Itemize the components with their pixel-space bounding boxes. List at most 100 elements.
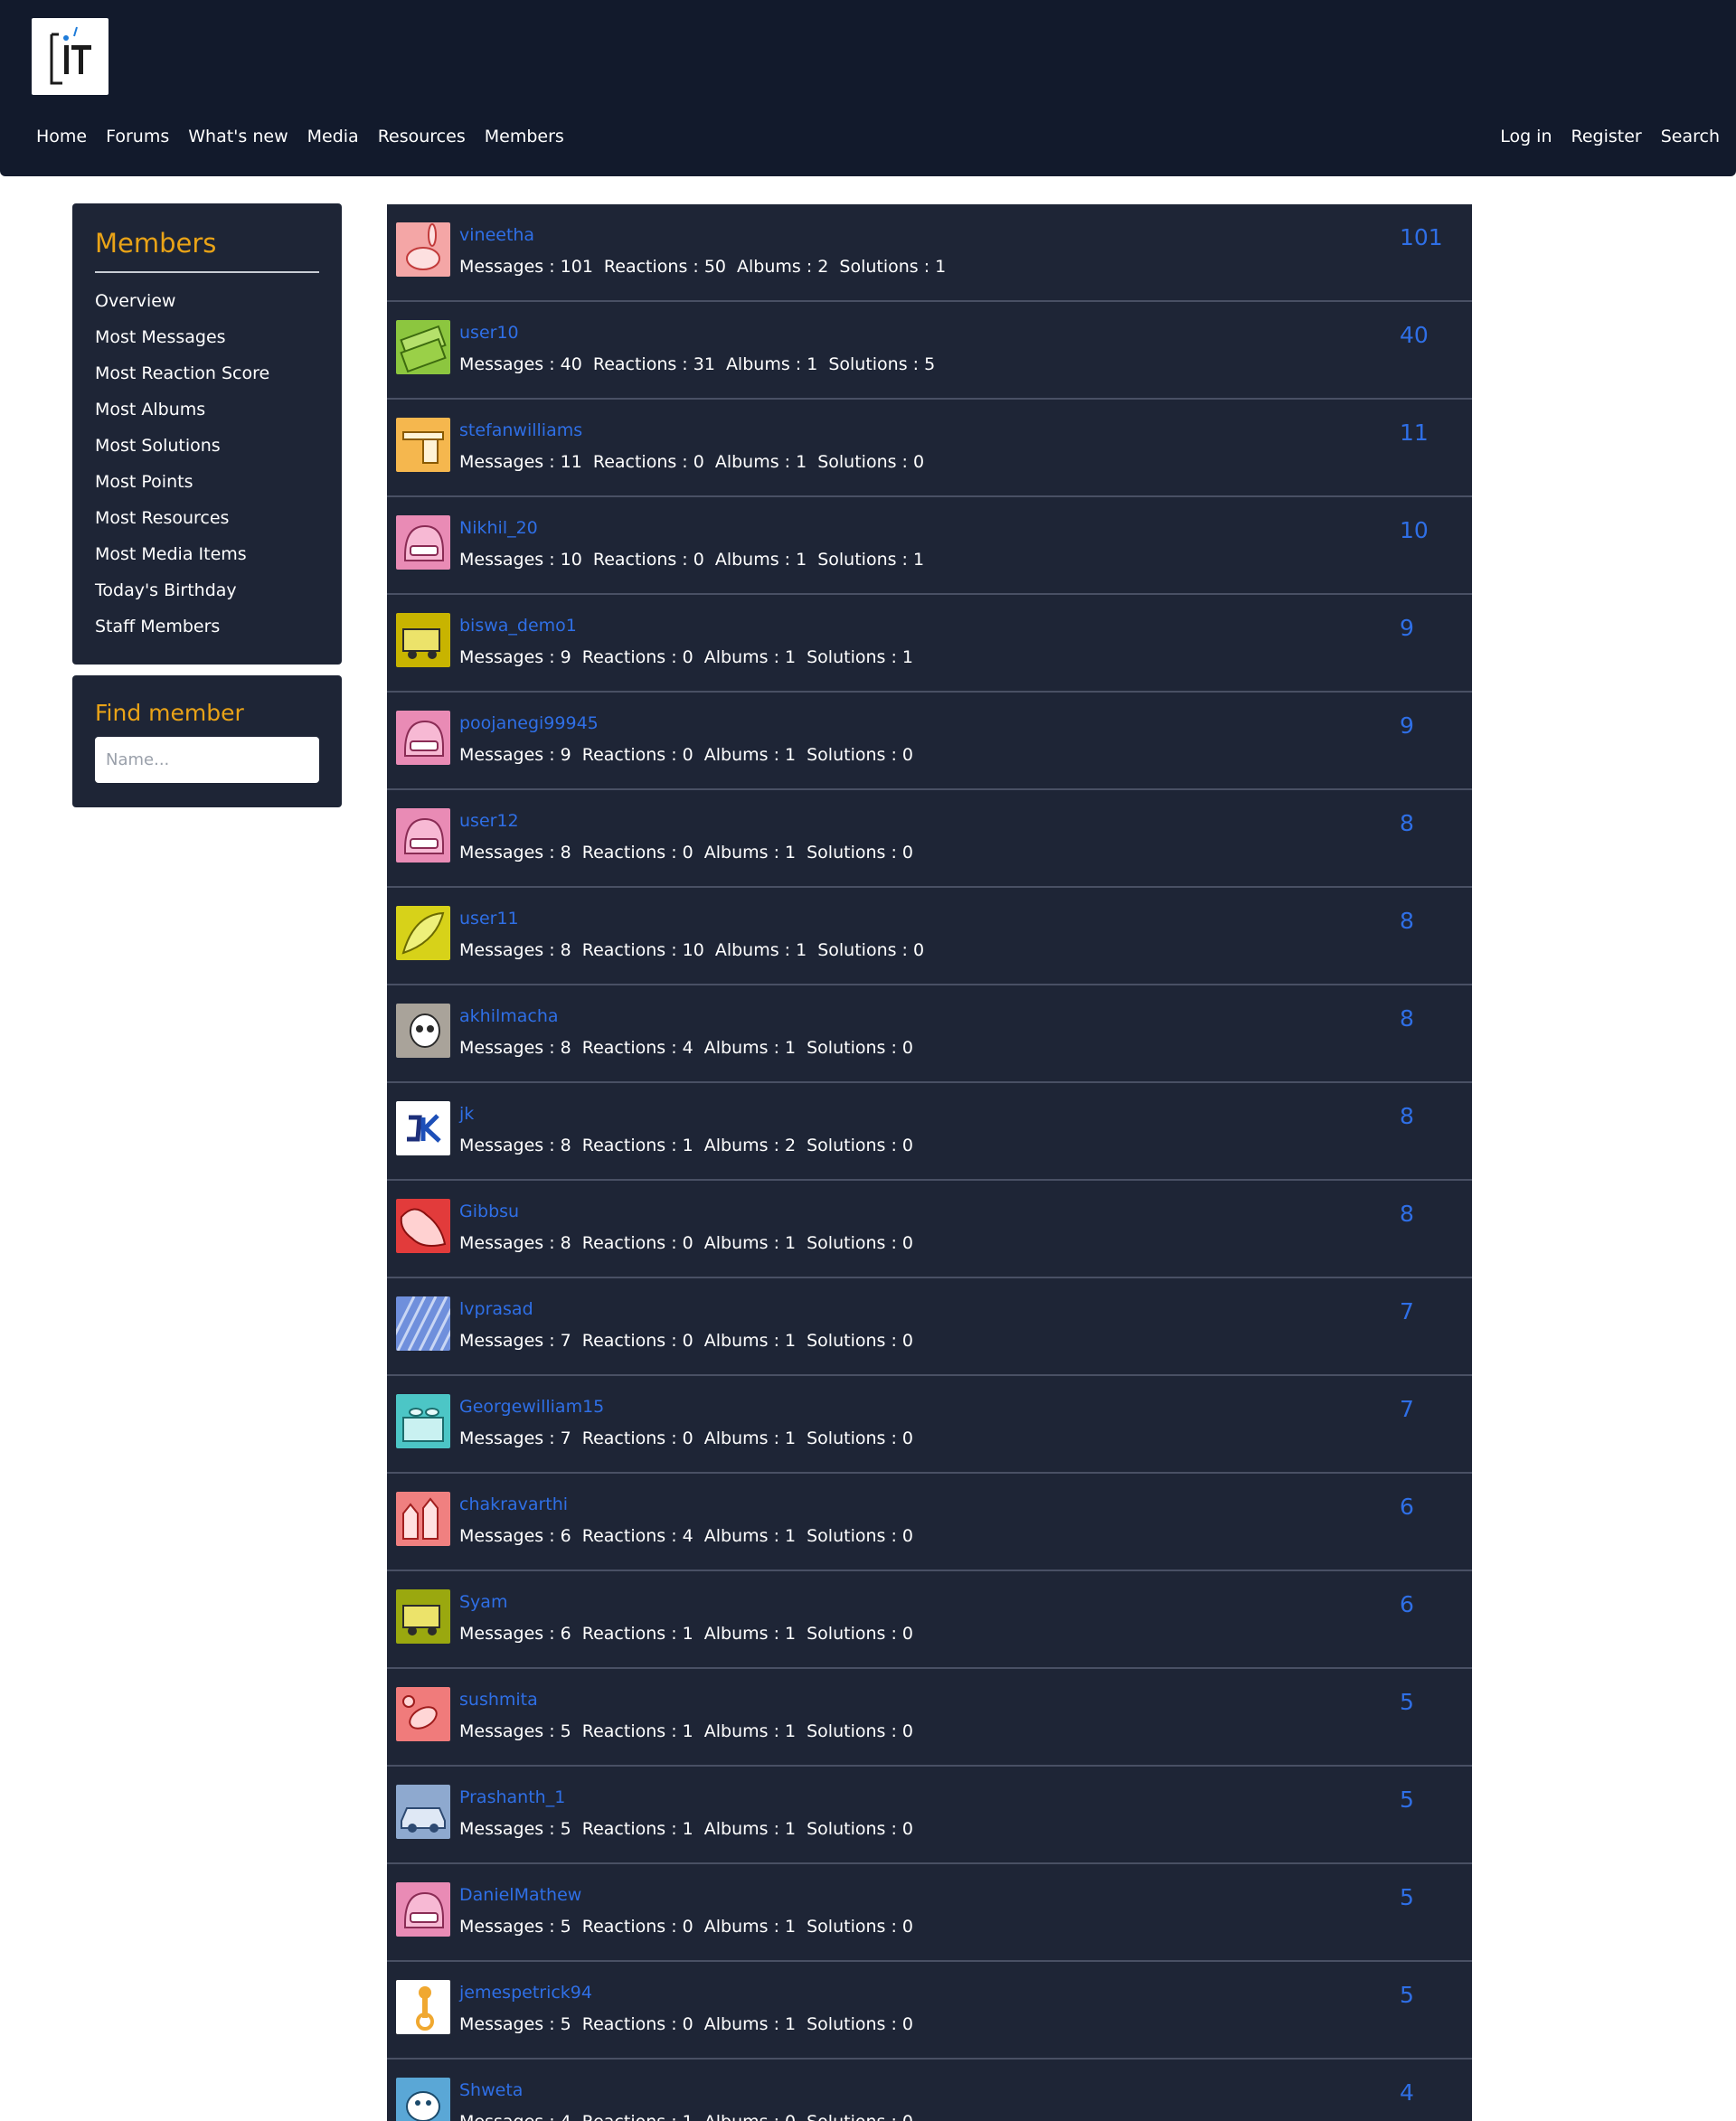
sidebar-item-most-points[interactable]: Most Points — [95, 464, 269, 500]
member-username[interactable]: Prashanth_1 — [459, 1786, 565, 1808]
stat-label-reactions: Reactions : — [581, 1428, 683, 1448]
member-username[interactable]: user12 — [459, 810, 519, 832]
member-score: 5 — [1400, 1689, 1414, 1715]
member-username[interactable]: Syam — [459, 1591, 507, 1613]
sidebar-item-overview[interactable]: Overview — [95, 283, 269, 319]
stat-label-messages: Messages : — [459, 1526, 561, 1546]
nav-forums[interactable]: Forums — [106, 125, 169, 148]
member-avatar[interactable] — [396, 515, 450, 570]
stat-value-albums: 1 — [785, 1526, 797, 1546]
find-member-panel: Find member — [72, 675, 342, 807]
member-username[interactable]: stefanwilliams — [459, 419, 582, 441]
sidebar-item-most-albums[interactable]: Most Albums — [95, 391, 269, 428]
member-avatar[interactable] — [396, 1394, 450, 1448]
nav-home[interactable]: Home — [36, 125, 87, 148]
member-username[interactable]: user10 — [459, 322, 519, 344]
stat-value-solutions: 0 — [901, 1624, 913, 1644]
sidebar-item-most-messages[interactable]: Most Messages — [95, 319, 269, 355]
member-row: stefanwilliams Messages : 11 Reactions : 0… — [387, 400, 1472, 497]
sidebar-item-most-solutions[interactable]: Most Solutions — [95, 428, 269, 464]
member-username[interactable]: DanielMathew — [459, 1884, 581, 1906]
stat-label-messages: Messages : — [459, 1819, 561, 1839]
member-avatar[interactable] — [396, 1980, 450, 2034]
member-username[interactable]: akhilmacha — [459, 1005, 559, 1027]
member-username[interactable]: poojanegi99945 — [459, 712, 599, 734]
stat-value-solutions: 0 — [901, 1526, 913, 1546]
stat-value-albums: 1 — [807, 354, 818, 374]
member-username[interactable]: vineetha — [459, 224, 534, 246]
member-avatar[interactable] — [396, 1492, 450, 1546]
member-username[interactable]: chakravarthi — [459, 1494, 568, 1515]
member-row: biswa_demo1 Messages : 9 Reactions : 0 Albu… — [387, 595, 1472, 693]
stat-value-albums: 1 — [785, 1428, 797, 1448]
nav-register[interactable]: Register — [1571, 125, 1641, 148]
stat-value-solutions: 0 — [901, 1428, 913, 1448]
sidebar-item-most-resources[interactable]: Most Resources — [95, 500, 269, 536]
member-username[interactable]: biswa_demo1 — [459, 615, 577, 636]
member-avatar[interactable] — [396, 222, 450, 277]
member-row: Gibbsu Messages : 8 Reactions : 0 Albums : … — [387, 1181, 1472, 1278]
stat-label-messages: Messages : — [459, 1721, 561, 1741]
abstract-icon — [396, 1199, 450, 1253]
stat-value-solutions: 0 — [902, 2112, 913, 2121]
stat-label-albums: Albums : — [703, 1136, 786, 1155]
member-avatar[interactable] — [396, 1882, 450, 1937]
stat-value-messages: 9 — [560, 647, 571, 667]
member-avatar[interactable] — [396, 1687, 450, 1741]
member-avatar[interactable] — [396, 2078, 450, 2121]
member-score: 9 — [1400, 615, 1414, 641]
nav-members[interactable]: Members — [485, 125, 564, 148]
nav-resources[interactable]: Resources — [378, 125, 466, 148]
stat-value-messages: 4 — [561, 2112, 571, 2121]
member-avatar[interactable] — [396, 1785, 450, 1839]
sidebar-item-most-reaction-score[interactable]: Most Reaction Score — [95, 355, 269, 391]
stat-value-reactions: 0 — [682, 843, 693, 863]
member-avatar[interactable] — [396, 1199, 450, 1253]
member-username[interactable]: jemespetrick94 — [459, 1982, 592, 2003]
member-avatar[interactable] — [396, 711, 450, 765]
stat-value-reactions: 50 — [703, 257, 727, 277]
nav-what-s-new[interactable]: What's new — [188, 125, 288, 148]
stat-value-albums: 1 — [785, 1721, 797, 1741]
sidebar-item-staff-members[interactable]: Staff Members — [95, 608, 269, 645]
nav-search[interactable]: Search — [1661, 125, 1720, 148]
member-score: 8 — [1400, 1201, 1414, 1227]
member-username[interactable]: Nikhil_20 — [459, 517, 538, 539]
member-avatar[interactable] — [396, 1101, 450, 1155]
member-avatar[interactable] — [396, 906, 450, 960]
member-score: 10 — [1400, 517, 1429, 543]
stat-value-solutions: 0 — [901, 1038, 913, 1058]
member-row: user11 Messages : 8 Reactions : 10 Albums :… — [387, 888, 1472, 985]
stat-value-reactions: 4 — [682, 1526, 693, 1546]
member-username[interactable]: user11 — [459, 908, 519, 929]
sidebar-item-most-media-items[interactable]: Most Media Items — [95, 536, 269, 572]
members-menu-list: Overview Most Messages Most Reaction Score… — [95, 283, 269, 645]
stat-label-albums: Albums : — [703, 745, 786, 765]
member-avatar[interactable] — [396, 418, 450, 472]
member-username[interactable]: Georgewilliam15 — [459, 1396, 604, 1418]
member-username[interactable]: jk — [459, 1103, 474, 1125]
member-list: vineetha Messages : 101 Reactions : 50 Albu… — [387, 204, 1472, 2121]
stat-label-reactions: Reactions : — [603, 257, 704, 277]
nav-log-in[interactable]: Log in — [1500, 125, 1552, 148]
stat-label-albums: Albums : — [703, 1428, 786, 1448]
member-avatar[interactable] — [396, 613, 450, 667]
member-name-input[interactable] — [95, 737, 319, 783]
member-avatar[interactable] — [396, 320, 450, 374]
nav-media[interactable]: Media — [307, 125, 359, 148]
sidebar-item-today-s-birthday[interactable]: Today's Birthday — [95, 572, 269, 608]
stat-label-solutions: Solutions : — [807, 1721, 902, 1741]
member-avatar[interactable] — [396, 1589, 450, 1644]
member-avatar[interactable] — [396, 1296, 450, 1351]
stat-label-reactions: Reactions : — [581, 1233, 683, 1253]
member-avatar[interactable] — [396, 808, 450, 863]
site-logo[interactable] — [32, 18, 108, 95]
member-username[interactable]: lvprasad — [459, 1298, 533, 1320]
stat-label-solutions: Solutions : — [807, 2014, 902, 2034]
member-username[interactable]: Gibbsu — [459, 1201, 519, 1222]
member-username[interactable]: Shweta — [459, 2079, 523, 2101]
truck-icon — [396, 613, 450, 667]
member-username[interactable]: sushmita — [459, 1689, 538, 1711]
primary-nav: Home Forums What's new Media Resources Member… — [36, 125, 583, 148]
member-avatar[interactable] — [396, 1004, 450, 1058]
